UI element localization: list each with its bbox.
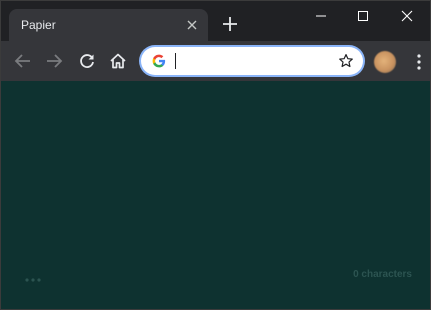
maximize-icon (358, 11, 368, 21)
address-bar[interactable] (141, 47, 363, 75)
minimize-button[interactable] (299, 1, 344, 31)
google-g-icon (152, 54, 166, 68)
back-arrow-icon[interactable] (13, 51, 33, 71)
address-input[interactable] (175, 51, 325, 71)
text-caret (175, 53, 176, 69)
character-count: 0 characters (353, 269, 412, 280)
forward-arrow-icon[interactable] (44, 51, 64, 71)
more-horiz-icon[interactable] (24, 271, 44, 282)
close-icon (401, 10, 413, 22)
reload-icon[interactable] (77, 51, 97, 71)
window-close-button[interactable] (385, 1, 430, 31)
editor-area[interactable]: 0 characters (1, 81, 430, 309)
star-icon[interactable] (338, 53, 354, 69)
maximize-button[interactable] (341, 1, 386, 31)
more-vert-icon[interactable] (411, 53, 427, 71)
plus-icon[interactable] (221, 15, 239, 33)
tab-papier[interactable]: Papier (9, 9, 208, 41)
tab-strip: Papier (1, 1, 430, 41)
minimize-icon (316, 15, 326, 17)
toolbar (1, 41, 430, 81)
home-icon[interactable] (108, 51, 128, 71)
profile-avatar[interactable] (374, 51, 396, 73)
tab-title: Papier (21, 18, 56, 32)
browser-window: Papier 0 characters (0, 0, 431, 310)
close-icon[interactable] (184, 17, 200, 33)
